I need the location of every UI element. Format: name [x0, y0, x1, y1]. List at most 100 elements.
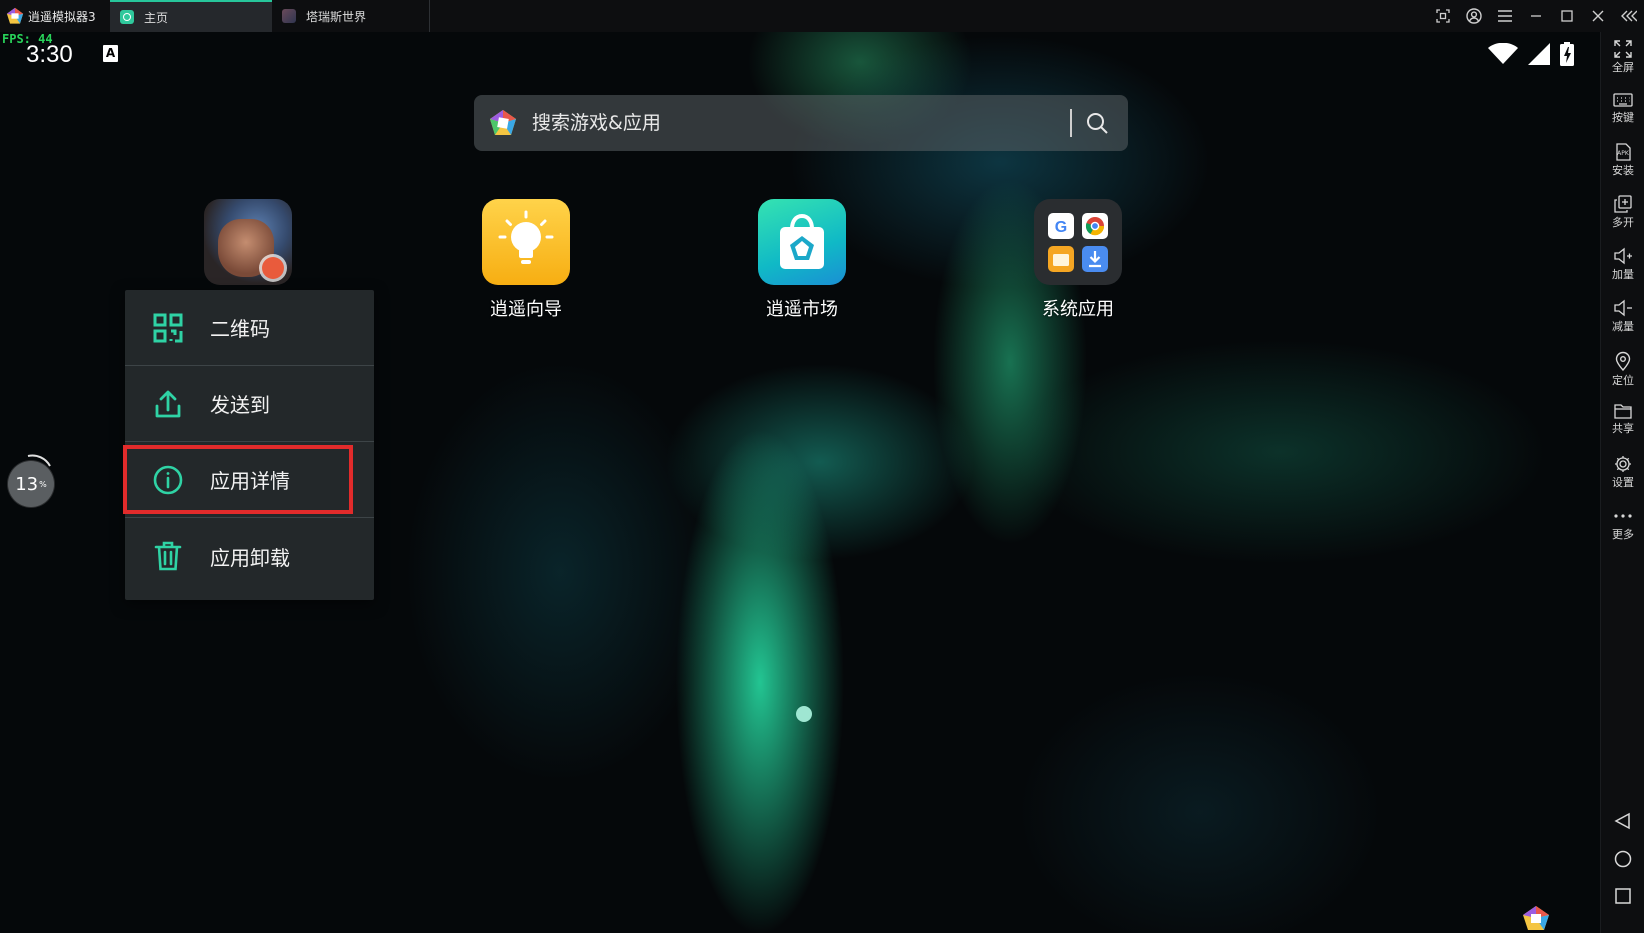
- xiaoyao-logo-icon: [1523, 906, 1549, 930]
- toolbar-label: 多开: [1612, 216, 1634, 229]
- search-divider: [1070, 109, 1072, 137]
- shopping-bag-icon: [758, 199, 846, 285]
- nav-back-button[interactable]: [1601, 812, 1644, 830]
- floating-ball[interactable]: 13%: [8, 461, 54, 507]
- toolbar-label: 更多: [1612, 528, 1634, 541]
- collapse-icon: [1620, 10, 1637, 22]
- app-label: 系统应用: [1042, 299, 1114, 320]
- window-controls: [1427, 0, 1644, 32]
- fullscreen-icon: [1614, 40, 1632, 58]
- search-bar[interactable]: [474, 95, 1128, 151]
- close-icon: [1592, 10, 1603, 22]
- toolbar-volume-up[interactable]: 加量: [1601, 247, 1644, 282]
- menu-item-app-details[interactable]: 应用详情: [125, 442, 374, 518]
- toolbar-fullscreen[interactable]: 全屏: [1601, 40, 1644, 75]
- toolbar-label: 全屏: [1612, 61, 1634, 74]
- info-icon: [153, 465, 183, 494]
- menu-item-qr-code[interactable]: 二维码: [125, 290, 374, 366]
- menu-item-label: 二维码: [210, 317, 270, 341]
- keyboard-icon: [1613, 93, 1633, 107]
- lightbulb-icon: [482, 199, 570, 285]
- toolbar-keymap[interactable]: 按键: [1601, 92, 1644, 125]
- desktop-app-system-folder[interactable]: G 系统应用: [1018, 199, 1138, 321]
- app-context-menu: 二维码 发送到 应用详情 应用卸载: [125, 290, 374, 600]
- minimize-button[interactable]: [1520, 0, 1551, 32]
- signal-icon: [1528, 43, 1550, 65]
- home-tab-icon: [120, 10, 134, 24]
- toolbar-label: 安装: [1612, 164, 1634, 177]
- home-icon: [1614, 850, 1632, 868]
- maximize-button[interactable]: [1551, 0, 1582, 32]
- search-icon[interactable]: [1086, 112, 1108, 134]
- toolbar-label: 加量: [1612, 268, 1634, 281]
- game-tab-icon: [282, 9, 296, 23]
- toolbar-settings[interactable]: 设置: [1601, 455, 1644, 490]
- folder-icon: [1614, 404, 1632, 419]
- svg-text:APK: APK: [1617, 150, 1630, 157]
- right-toolbar: 全屏 按键 APK 安装 多开 加量 减量 定位 共享 设置 更多: [1600, 32, 1644, 933]
- screenshot-icon: [1435, 9, 1450, 23]
- game-icon: [204, 199, 292, 285]
- share-icon: [155, 390, 181, 417]
- status-clock: 3:30: [26, 41, 73, 68]
- menu-item-uninstall[interactable]: 应用卸载: [125, 518, 374, 594]
- apk-install-icon: APK: [1616, 143, 1631, 161]
- xiaoyao-logo-icon: [6, 7, 24, 24]
- desktop-app-guide[interactable]: 逍遥向导: [466, 199, 586, 321]
- app-label: 逍遥向导: [490, 299, 562, 320]
- toolbar-label: 共享: [1612, 422, 1634, 435]
- toolbar-label: 按键: [1612, 111, 1634, 124]
- title-bar: 逍遥模拟器3 主页 塔瑞斯世界: [0, 0, 1644, 33]
- battery-icon: [1560, 42, 1574, 66]
- close-button[interactable]: [1582, 0, 1613, 32]
- app-title: 逍遥模拟器3: [0, 0, 110, 32]
- desktop-app-market[interactable]: 逍遥市场: [742, 199, 862, 321]
- location-icon: [1615, 351, 1631, 371]
- toolbar-more[interactable]: 更多: [1601, 507, 1644, 542]
- keyboard-indicator: A: [103, 45, 118, 62]
- tab-home-label: 主页: [144, 10, 169, 25]
- menu-item-label: 发送到: [210, 393, 270, 417]
- toolbar-multi-instance[interactable]: 多开: [1601, 195, 1644, 230]
- menu-button[interactable]: [1489, 0, 1520, 32]
- menu-icon: [1497, 10, 1512, 22]
- lightbulb-glyph-icon: [498, 210, 554, 264]
- market-bag-glyph-icon: [780, 213, 824, 269]
- maximize-icon: [1560, 10, 1573, 22]
- account-button[interactable]: [1458, 0, 1489, 32]
- menu-item-label: 应用卸载: [210, 545, 290, 570]
- toolbar-label: 定位: [1612, 374, 1634, 387]
- settings-icon: [1615, 456, 1631, 472]
- tab-game[interactable]: 塔瑞斯世界: [272, 0, 430, 32]
- status-icons: [1488, 42, 1574, 66]
- collapse-sidebar-button[interactable]: [1613, 0, 1644, 32]
- nav-recents-button[interactable]: [1601, 887, 1644, 905]
- back-icon: [1614, 812, 1630, 830]
- nav-home-button[interactable]: [1601, 850, 1644, 868]
- volume-up-icon: [1614, 247, 1632, 265]
- menu-item-send-to[interactable]: 发送到: [125, 366, 374, 442]
- menu-item-label: 应用详情: [210, 469, 290, 493]
- search-input[interactable]: [530, 111, 1070, 135]
- volume-down-icon: [1614, 299, 1632, 317]
- toolbar-location[interactable]: 定位: [1601, 351, 1644, 388]
- page-indicator-dot[interactable]: [796, 706, 812, 722]
- floating-ball-unit: %: [39, 479, 47, 489]
- multi-instance-icon: [1614, 195, 1632, 213]
- toolbar-shared-folder[interactable]: 共享: [1601, 403, 1644, 436]
- tab-game-label: 塔瑞斯世界: [306, 9, 367, 24]
- toolbar-volume-down[interactable]: 减量: [1601, 299, 1644, 334]
- system-apps-grid-icon: G: [1048, 213, 1108, 272]
- app-title-text: 逍遥模拟器3: [28, 9, 96, 24]
- qr-code-icon: [153, 313, 183, 342]
- screenshot-button[interactable]: [1427, 0, 1458, 32]
- recents-icon: [1615, 888, 1631, 904]
- app-label: 逍遥市场: [766, 299, 838, 320]
- toolbar-install-apk[interactable]: APK 安装: [1601, 143, 1644, 178]
- account-icon: [1465, 8, 1482, 24]
- minimize-icon: [1530, 15, 1541, 17]
- tab-home[interactable]: 主页: [110, 0, 272, 32]
- toolbar-label: 设置: [1612, 476, 1634, 489]
- desktop-app-game[interactable]: [188, 199, 308, 285]
- floating-ball-value: 13: [15, 473, 39, 495]
